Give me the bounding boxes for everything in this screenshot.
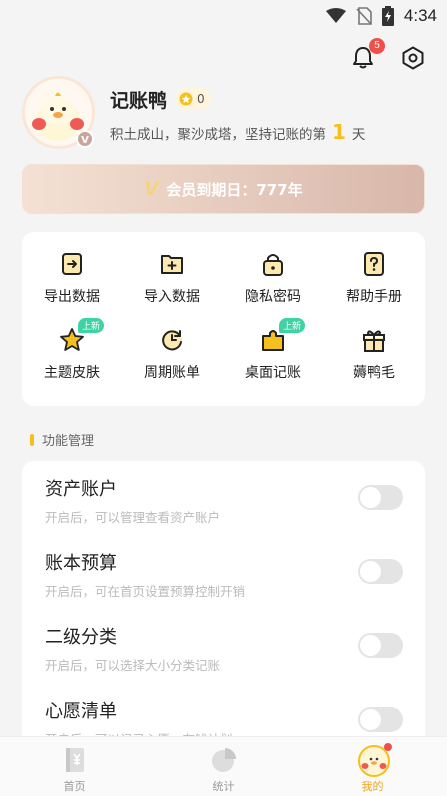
wifi-icon [325,8,346,23]
notification-badge: 5 [369,38,385,54]
feature-row-subcategory: 二级分类 开启后，可以选择大小分类记账 [22,609,425,683]
vip-banner[interactable]: V 会员到期日：777年 [22,164,425,214]
quick-action-recurring-bill[interactable]: 周期账单 [122,308,222,381]
cycle-icon [162,330,182,351]
feature-management-card: 资产账户 开启后，可以管理查看资产账户 账本预算 开启后，可在首页设置预算控制开… [22,461,425,761]
new-tag: 上新 [279,318,306,333]
quick-action-label: 隐私密码 [245,289,301,305]
feature-row-budget: 账本预算 开启后，可在首页设置预算控制开销 [22,535,425,609]
feature-description: 开启后，可以选择大小分类记账 [45,658,221,673]
section-title-text: 功能管理 [42,434,95,449]
section-title-feature-management: 功能管理 [30,430,94,449]
vip-expiry-text: 会员到期日：777年 [166,180,303,199]
quick-action-label: 导出数据 [44,289,100,305]
quick-action-label: 导入数据 [144,289,200,305]
status-time: 4:34 [403,6,437,25]
coin-icon [179,92,193,106]
feature-description: 开启后，可在首页设置预算控制开销 [45,584,246,599]
feature-description: 开启后，可以管理查看资产账户 [45,510,221,525]
tab-label: 首页 [63,780,86,793]
feature-row-asset-account: 资产账户 开启后，可以管理查看资产账户 [22,461,425,535]
battery-charging-icon [381,6,394,26]
notification-dot [383,743,392,751]
help-icon [364,252,384,276]
toggle-knob [360,709,381,730]
tab-profile[interactable]: 我的 [298,737,447,796]
motto-suffix: 天 [351,127,366,143]
quick-action-label: 主题皮肤 [44,365,100,381]
vip-avatar-badge: V [76,130,94,148]
feature-title: 账本预算 [45,553,117,574]
quick-action-rewards[interactable]: 薅鸭毛 [324,308,424,381]
quick-action-privacy-password[interactable]: 隐私密码 [223,232,323,305]
quick-action-desktop-widget[interactable]: 上新 桌面记账 [223,308,323,381]
toggle-knob [360,635,381,656]
quick-action-export[interactable]: 导出数据 [22,232,122,305]
username: 记账鸭 [110,90,168,112]
vip-mark-icon: V [144,178,159,200]
lock-icon [263,254,283,276]
subcategory-toggle[interactable] [358,633,403,658]
toggle-knob [360,487,381,508]
tab-home[interactable]: 首页 [0,737,149,796]
notification-button[interactable]: 5 [349,38,385,72]
tab-label: 我的 [361,780,384,793]
quick-action-label: 周期账单 [144,365,200,381]
quick-action-label: 帮助手册 [346,289,402,305]
motto-prefix: 积土成山，聚沙成塔，坚持记账的第 [110,127,326,143]
section-accent-bar [30,433,34,446]
top-actions: 5 [349,38,427,72]
asset-account-toggle[interactable] [358,485,403,510]
new-tag: 上新 [78,318,105,333]
quick-action-theme[interactable]: 上新 主题皮肤 [22,308,122,381]
bottom-tab-bar: 首页 统计 我的 [0,736,447,796]
quick-actions-card: 导出数据 导入数据 隐私密码 帮助手册 上新 主题皮肤 周期账单 上新 桌面记账… [22,232,425,406]
wishlist-toggle[interactable] [358,707,403,732]
quick-action-label: 薅鸭毛 [353,365,395,381]
tab-statistics[interactable]: 统计 [149,737,298,796]
export-icon [62,253,82,275]
motto: 积土成山，聚沙成塔，坚持记账的第 1 天 [110,120,365,144]
coin-balance[interactable]: 0 [175,88,211,110]
quick-action-help[interactable]: 帮助手册 [324,232,424,305]
settings-icon [402,46,424,70]
pie-chart-icon [211,748,236,772]
tab-label: 统计 [212,780,235,793]
toggle-knob [360,561,381,582]
budget-toggle[interactable] [358,559,403,584]
feature-title: 二级分类 [45,627,117,648]
quick-action-import[interactable]: 导入数据 [122,232,222,305]
settings-button[interactable] [399,44,427,72]
feature-title: 心愿清单 [45,701,117,722]
no-sim-icon [356,7,372,25]
import-icon [161,255,183,274]
coin-count: 0 [197,92,205,106]
status-bar: 4:34 [0,0,447,32]
gift-icon [363,330,385,352]
feature-title: 资产账户 [45,479,117,500]
quick-action-label: 桌面记账 [245,365,301,381]
ledger-icon [65,748,84,772]
streak-days: 1 [332,120,346,144]
profile-header: V 记账鸭 0 积土成山，聚沙成塔，坚持记账的第 1 天 [22,76,432,156]
